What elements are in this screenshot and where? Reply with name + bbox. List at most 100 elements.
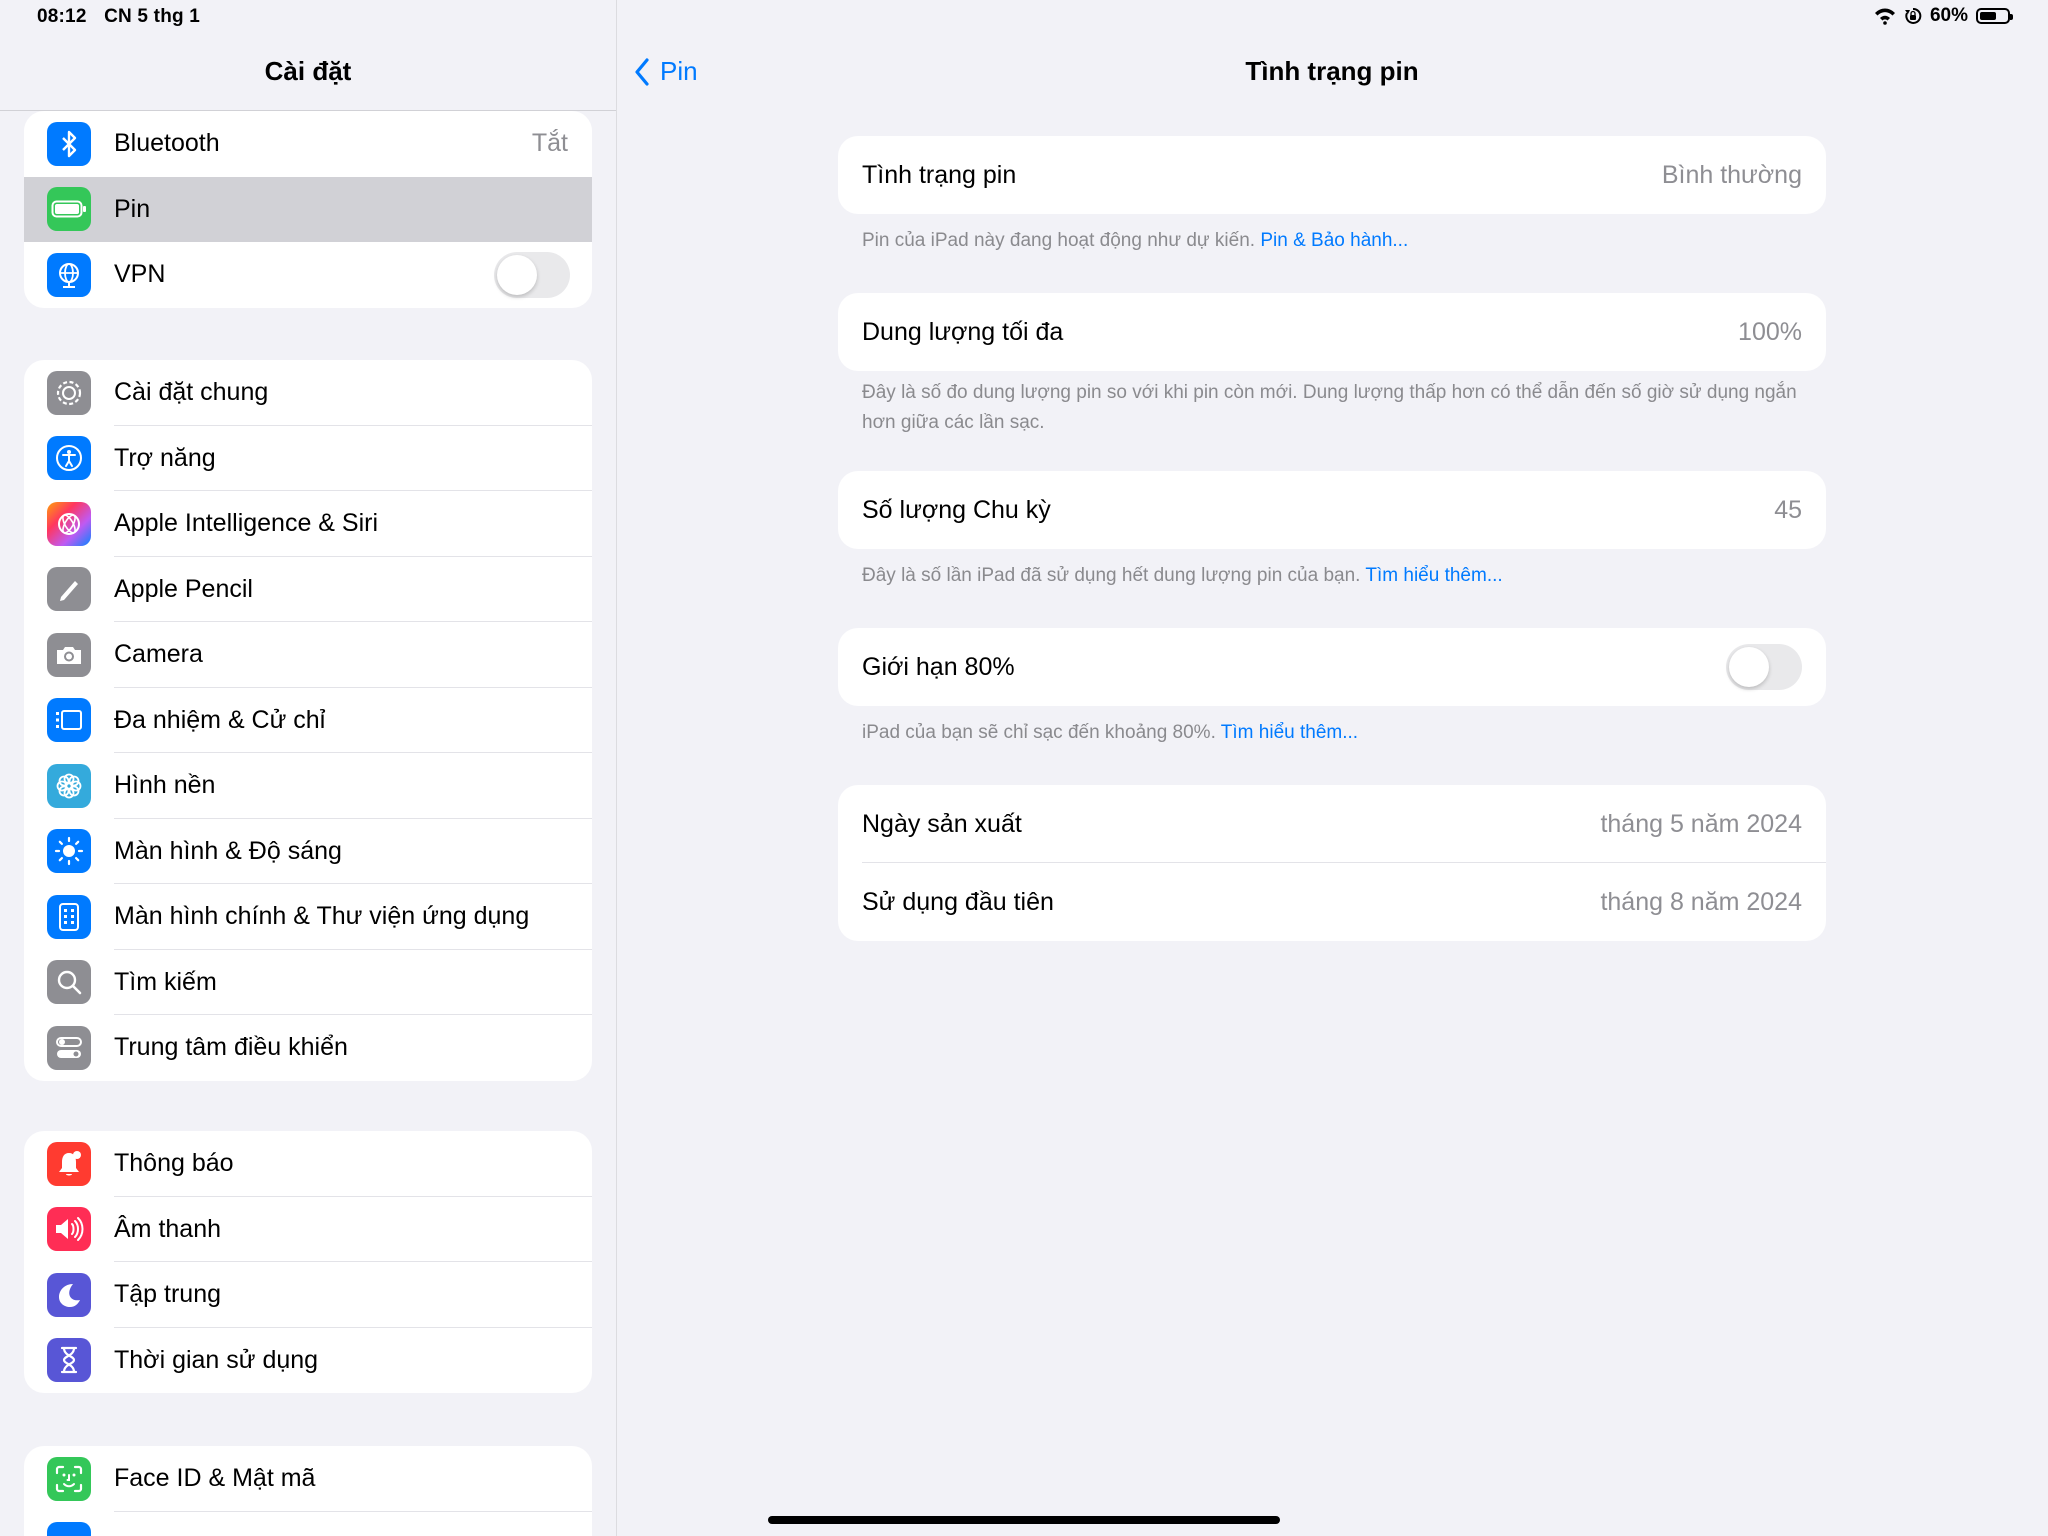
sidebar-item-battery[interactable]: Pin: [24, 176, 592, 242]
first-use-row: Sử dụng đầu tiên tháng 8 năm 2024: [838, 863, 1826, 941]
limit-80-card: Giới hạn 80%: [838, 628, 1826, 706]
sidebar: Cài đặt Bluetooth Tắt Pin VPN Cài đặt ch…: [0, 0, 617, 1536]
sidebar-item-focus[interactable]: Tập trung: [24, 1262, 592, 1328]
hourglass-icon: [47, 1338, 91, 1383]
sidebar-item-label: Thông báo: [114, 1149, 234, 1178]
learn-more-link[interactable]: Tìm hiểu thêm...: [1365, 565, 1502, 586]
cycle-count-footer: Đây là số lần iPad đã sử dụng hết dung l…: [862, 561, 1812, 591]
sidebar-item-label: Đa nhiệm & Cử chỉ: [114, 705, 326, 734]
speaker-icon: [47, 1207, 91, 1252]
sidebar-item-camera[interactable]: Camera: [24, 622, 592, 688]
home-indicator[interactable]: [768, 1516, 1280, 1524]
sidebar-item-display[interactable]: Màn hình & Độ sáng: [24, 819, 592, 884]
faceid-icon: [47, 1456, 91, 1501]
sidebar-item-home-screen[interactable]: Màn hình chính & Thư viện ứng dụng: [24, 884, 592, 950]
sidebar-item-label: Bluetooth: [114, 129, 220, 158]
sidebar-item-notifications[interactable]: Thông báo: [24, 1131, 592, 1197]
row-label: Dung lượng tối đa: [862, 317, 1064, 346]
sidebar-item-label: Màn hình chính & Thư viện ứng dụng: [114, 902, 530, 931]
sidebar-item-partial[interactable]: [24, 1512, 592, 1536]
sidebar-item-label: Trung tâm điều khiển: [114, 1033, 348, 1062]
cycle-count-card: Số lượng Chu kỳ 45: [838, 471, 1826, 549]
bell-icon: [47, 1141, 91, 1186]
sidebar-item-label: Cài đặt chung: [114, 378, 269, 407]
max-capacity-card: Dung lượng tối đa 100%: [838, 293, 1826, 371]
status-indicators: 60%: [1874, 5, 2013, 27]
battery-health-card: Tình trạng pin Bình thường: [838, 136, 1826, 214]
manufacture-date-row: Ngày sản xuất tháng 5 năm 2024: [838, 785, 1826, 863]
row-value: tháng 8 năm 2024: [1600, 887, 1802, 916]
moon-icon: [47, 1272, 91, 1317]
footer-text: Đây là số lần iPad đã sử dụng hết dung l…: [862, 565, 1361, 586]
sidebar-item-wallpaper[interactable]: Hình nền: [24, 753, 592, 819]
row-label: Ngày sản xuất: [862, 809, 1022, 838]
flower-icon: [47, 763, 91, 808]
sidebar-item-label: Hình nền: [114, 771, 216, 800]
sidebar-item-label: Tìm kiếm: [114, 967, 217, 996]
footer-text: Pin của iPad này đang hoạt động như dự k…: [862, 230, 1256, 251]
limit-80-toggle[interactable]: [1726, 644, 1802, 690]
sidebar-item-general[interactable]: Cài đặt chung: [24, 360, 592, 426]
app-icon: [47, 1522, 91, 1536]
row-value: tháng 5 năm 2024: [1600, 809, 1802, 838]
pencil-icon: [47, 567, 91, 612]
sidebar-item-siri[interactable]: Apple Intelligence & Siri: [24, 491, 592, 557]
settings-group-connectivity: Bluetooth Tắt Pin VPN: [24, 111, 592, 308]
settings-group-security: Face ID & Mật mã: [24, 1446, 592, 1536]
gear-icon: [47, 370, 91, 415]
sidebar-item-multitasking[interactable]: Đa nhiệm & Cử chỉ: [24, 688, 592, 753]
sidebar-item-label: Apple Pencil: [114, 574, 253, 603]
bluetooth-icon: [47, 121, 91, 166]
sidebar-item-label: Pin: [114, 194, 151, 223]
sidebar-item-sounds[interactable]: Âm thanh: [24, 1197, 592, 1262]
sidebar-item-vpn[interactable]: VPN: [24, 242, 592, 308]
siri-icon: [47, 501, 91, 546]
limit-80-footer: iPad của bạn sẽ chỉ sạc đến khoảng 80%. …: [862, 718, 1812, 748]
battery-health-row: Tình trạng pin Bình thường: [838, 136, 1826, 214]
sidebar-item-label: Face ID & Mật mã: [114, 1464, 316, 1493]
wifi-icon: [1874, 7, 1896, 25]
sidebar-item-accessibility[interactable]: Trợ năng: [24, 426, 592, 491]
vpn-toggle[interactable]: [494, 251, 570, 298]
battery-health-footer: Pin của iPad này đang hoạt động như dự k…: [862, 226, 1812, 256]
sidebar-item-label: Camera: [114, 640, 203, 669]
sidebar-item-screen-time[interactable]: Thời gian sử dụng: [24, 1328, 592, 1394]
sidebar-item-label: Thời gian sử dụng: [114, 1345, 319, 1374]
sidebar-item-search[interactable]: Tìm kiếm: [24, 950, 592, 1015]
status-date: CN 5 thg 1: [104, 6, 201, 27]
sun-icon: [47, 829, 91, 874]
page-title: Tình trạng pin: [1245, 56, 1419, 86]
camera-icon: [47, 632, 91, 677]
row-value: 100%: [1738, 317, 1802, 346]
sidebar-item-bluetooth[interactable]: Bluetooth Tắt: [24, 111, 592, 177]
globe-icon: [47, 252, 91, 297]
learn-more-link[interactable]: Tìm hiểu thêm...: [1221, 722, 1358, 743]
sidebar-item-label: Âm thanh: [114, 1214, 222, 1243]
row-label: Số lượng Chu kỳ: [862, 495, 1051, 524]
footer-text: Đây là số đo dung lượng pin so với khi p…: [862, 382, 1797, 433]
battery-warranty-link[interactable]: Pin & Bảo hành...: [1260, 230, 1408, 251]
orientation-lock-icon: [1904, 7, 1922, 25]
battery-status-icon: [1976, 8, 2013, 24]
limit-80-row: Giới hạn 80%: [838, 628, 1826, 706]
multitasking-icon: [47, 698, 91, 743]
sidebar-item-faceid[interactable]: Face ID & Mật mã: [24, 1446, 592, 1512]
status-time-date: 08:12 CN 5 thg 1: [37, 6, 212, 28]
sidebar-title: Cài đặt: [264, 56, 352, 86]
sidebar-item-label: Tập trung: [114, 1280, 222, 1309]
dates-card: Ngày sản xuất tháng 5 năm 2024 Sử dụng đ…: [838, 785, 1826, 941]
settings-group-general: Cài đặt chung Trợ năng Apple Intelligenc…: [24, 360, 592, 1081]
sidebar-item-apple-pencil[interactable]: Apple Pencil: [24, 557, 592, 622]
battery-level-fill: [1980, 12, 1996, 20]
row-label: Giới hạn 80%: [862, 652, 1015, 681]
sidebar-item-control-center[interactable]: Trung tâm điều khiển: [24, 1015, 592, 1081]
battery-percent: 60%: [1929, 5, 1968, 26]
settings-group-notifications: Thông báo Âm thanh Tập trung Thời gian s…: [24, 1131, 592, 1393]
row-value: 45: [1774, 495, 1802, 524]
search-icon: [47, 960, 91, 1005]
sidebar-item-value: Tắt: [531, 129, 568, 158]
battery-icon: [47, 187, 91, 232]
sidebar-item-label: VPN: [114, 260, 166, 289]
row-label: Sử dụng đầu tiên: [862, 887, 1054, 916]
status-time: 08:12: [37, 6, 87, 27]
